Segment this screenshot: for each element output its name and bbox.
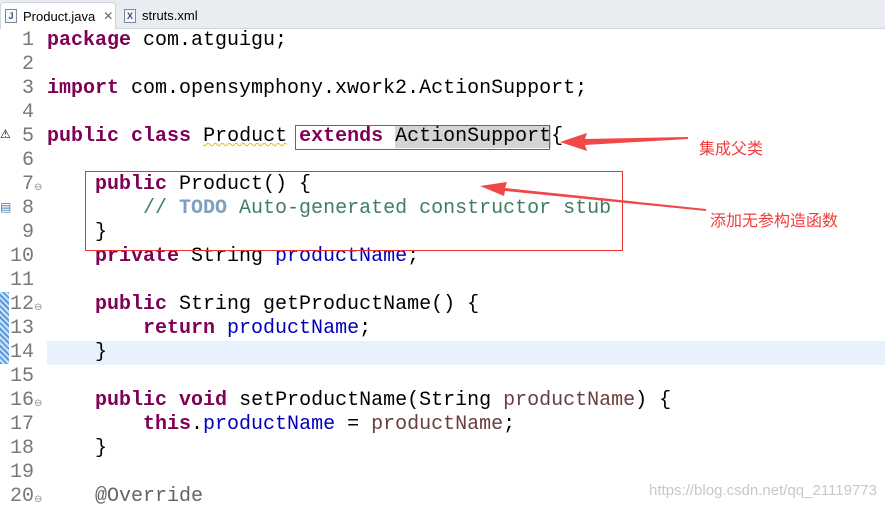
- watermark: https://blog.csdn.net/qq_21119773: [649, 482, 877, 499]
- arrow-extends: [560, 133, 688, 151]
- annotation-constructor: 添加无参构造函数: [710, 211, 839, 230]
- arrow-constructor: [480, 182, 706, 211]
- annotation-arrows: [480, 133, 706, 211]
- annotation-extends: 集成父类: [699, 139, 764, 158]
